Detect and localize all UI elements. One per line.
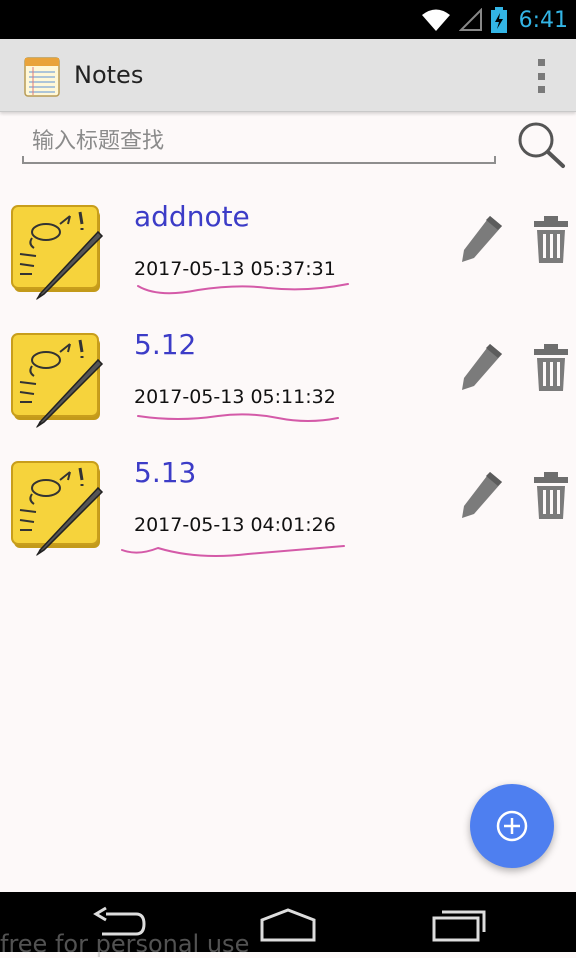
watermark-text: free for personal use: [0, 930, 250, 958]
add-note-button[interactable]: [470, 784, 554, 868]
note-title: 5.13: [134, 456, 197, 489]
note-title: addnote: [134, 200, 250, 233]
handwritten-underline: [137, 413, 339, 422]
search-input-edge: [494, 156, 496, 164]
search-bar: [0, 112, 576, 176]
pencil-icon[interactable]: [460, 470, 504, 520]
sticky-note-pen-icon: [11, 333, 104, 428]
search-input-edge: [22, 156, 24, 164]
note-list-item[interactable]: addnote 2017-05-13 05:37:31: [0, 190, 576, 318]
signal-icon: [458, 8, 482, 31]
battery-charging-icon: [490, 7, 507, 33]
wifi-icon: [421, 9, 450, 31]
status-icons: 6:41: [421, 6, 568, 34]
clock: 6:41: [518, 7, 568, 33]
search-input[interactable]: [22, 120, 496, 164]
app-title: Notes: [74, 61, 144, 89]
trash-icon[interactable]: [530, 472, 572, 520]
action-bar: Notes: [0, 39, 576, 112]
trash-icon[interactable]: [530, 344, 572, 392]
recents-icon[interactable]: [430, 906, 488, 942]
note-list-item[interactable]: 5.12 2017-05-13 05:11:32: [0, 318, 576, 446]
overflow-menu-icon[interactable]: [534, 59, 548, 93]
note-title: 5.12: [134, 328, 197, 361]
handwritten-underline: [121, 545, 345, 557]
status-bar: 6:41: [0, 0, 576, 39]
note-list: addnote 2017-05-13 05:37:31 5.12 2017-05…: [0, 190, 576, 574]
trash-icon[interactable]: [530, 216, 572, 264]
pencil-icon[interactable]: [460, 214, 504, 264]
note-list-item[interactable]: 5.13 2017-05-13 04:01:26: [0, 446, 576, 574]
notepad-icon[interactable]: [24, 55, 60, 97]
handwritten-underline: [137, 283, 349, 295]
sticky-note-pen-icon: [11, 205, 104, 300]
home-icon[interactable]: [258, 906, 318, 942]
pencil-icon[interactable]: [460, 342, 504, 392]
search-icon[interactable]: [514, 118, 566, 170]
sticky-note-pen-icon: [11, 461, 104, 556]
add-circle-icon: [496, 810, 528, 842]
